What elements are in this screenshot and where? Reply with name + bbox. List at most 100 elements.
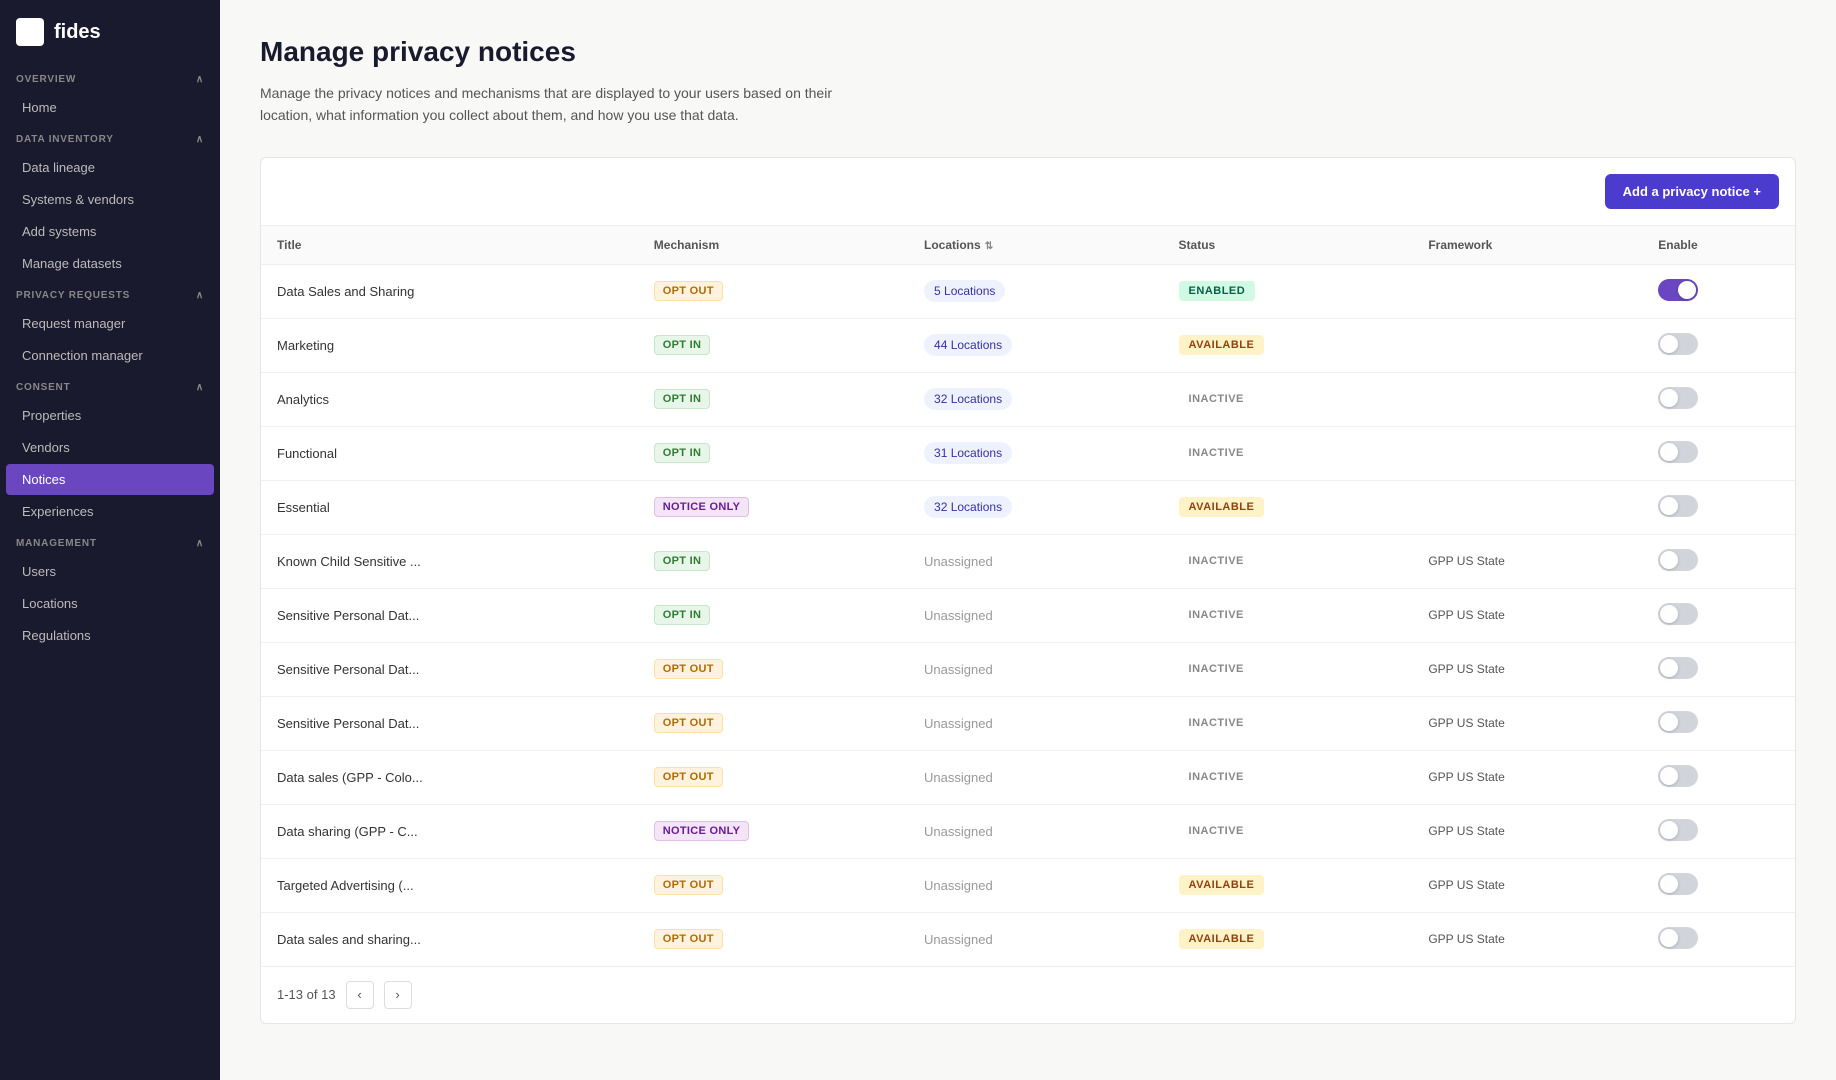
cell-framework: GPP US State xyxy=(1412,858,1642,912)
table-row[interactable]: Sensitive Personal Dat...OPT INUnassigne… xyxy=(261,588,1795,642)
add-notice-button[interactable]: Add a privacy notice + xyxy=(1605,174,1779,209)
cell-locations: Unassigned xyxy=(908,858,1163,912)
enable-toggle[interactable] xyxy=(1658,927,1698,949)
location-badge[interactable]: 5 Locations xyxy=(924,280,1005,302)
chevron-icon: ∧ xyxy=(196,74,204,85)
chevron-icon: ∧ xyxy=(196,382,204,393)
sidebar-item-experiences[interactable]: Experiences xyxy=(6,496,214,527)
status-badge: AVAILABLE xyxy=(1179,497,1265,517)
cell-framework: GPP US State xyxy=(1412,912,1642,966)
enable-toggle[interactable] xyxy=(1658,279,1698,301)
cell-enable xyxy=(1642,588,1795,642)
cell-locations: Unassigned xyxy=(908,588,1163,642)
sidebar-item-add-systems[interactable]: Add systems xyxy=(6,216,214,247)
sidebar-item-home[interactable]: Home xyxy=(6,92,214,123)
location-badge[interactable]: 31 Locations xyxy=(924,442,1012,464)
cell-status: INACTIVE xyxy=(1163,372,1413,426)
enable-toggle[interactable] xyxy=(1658,819,1698,841)
table-row[interactable]: FunctionalOPT IN31 LocationsINACTIVE xyxy=(261,426,1795,480)
location-badge[interactable]: 32 Locations xyxy=(924,496,1012,518)
sidebar-item-systems-vendors[interactable]: Systems & vendors xyxy=(6,184,214,215)
table-row[interactable]: Sensitive Personal Dat...OPT OUTUnassign… xyxy=(261,696,1795,750)
cell-framework xyxy=(1412,372,1642,426)
col-header-framework: Framework xyxy=(1412,226,1642,265)
table-row[interactable]: MarketingOPT IN44 LocationsAVAILABLE xyxy=(261,318,1795,372)
mechanism-badge: NOTICE ONLY xyxy=(654,821,749,841)
table-row[interactable]: Targeted Advertising (...OPT OUTUnassign… xyxy=(261,858,1795,912)
sidebar-item-vendors[interactable]: Vendors xyxy=(6,432,214,463)
enable-toggle[interactable] xyxy=(1658,765,1698,787)
table-row[interactable]: Data sharing (GPP - C...NOTICE ONLYUnass… xyxy=(261,804,1795,858)
cell-title: Targeted Advertising (... xyxy=(261,858,638,912)
col-header-locations[interactable]: Locations⇅ xyxy=(908,226,1163,265)
mechanism-badge: OPT IN xyxy=(654,551,710,571)
enable-toggle[interactable] xyxy=(1658,495,1698,517)
pagination-next[interactable]: › xyxy=(384,981,412,1009)
cell-locations: Unassigned xyxy=(908,696,1163,750)
cell-locations: Unassigned xyxy=(908,642,1163,696)
cell-locations: 31 Locations xyxy=(908,426,1163,480)
table-row[interactable]: Sensitive Personal Dat...OPT OUTUnassign… xyxy=(261,642,1795,696)
pagination-label: 1-13 of 13 xyxy=(277,987,336,1002)
enable-toggle[interactable] xyxy=(1658,603,1698,625)
cell-status: AVAILABLE xyxy=(1163,858,1413,912)
sidebar-item-users[interactable]: Users xyxy=(6,556,214,587)
cell-title: Sensitive Personal Dat... xyxy=(261,588,638,642)
sidebar-item-connection-manager[interactable]: Connection manager xyxy=(6,340,214,371)
cell-framework: GPP US State xyxy=(1412,642,1642,696)
table-row[interactable]: Data sales and sharing...OPT OUTUnassign… xyxy=(261,912,1795,966)
enable-toggle[interactable] xyxy=(1658,711,1698,733)
status-badge: INACTIVE xyxy=(1179,443,1254,463)
sidebar-item-notices[interactable]: Notices xyxy=(6,464,214,495)
enable-toggle[interactable] xyxy=(1658,657,1698,679)
mechanism-badge: OPT IN xyxy=(654,335,710,355)
status-badge: INACTIVE xyxy=(1179,605,1254,625)
pagination-prev[interactable]: ‹ xyxy=(346,981,374,1009)
cell-enable xyxy=(1642,264,1795,318)
cell-status: INACTIVE xyxy=(1163,696,1413,750)
table-row[interactable]: Data sales (GPP - Colo...OPT OUTUnassign… xyxy=(261,750,1795,804)
status-badge: INACTIVE xyxy=(1179,551,1254,571)
cell-mechanism: OPT IN xyxy=(638,318,908,372)
cell-enable xyxy=(1642,696,1795,750)
sort-icon: ⇅ xyxy=(985,241,993,252)
location-badge[interactable]: 32 Locations xyxy=(924,388,1012,410)
sidebar-item-request-manager[interactable]: Request manager xyxy=(6,308,214,339)
main-content: Manage privacy notices Manage the privac… xyxy=(220,0,1836,1080)
status-badge: AVAILABLE xyxy=(1179,875,1265,895)
table-row[interactable]: Data Sales and SharingOPT OUT5 Locations… xyxy=(261,264,1795,318)
cell-status: INACTIVE xyxy=(1163,588,1413,642)
table-row[interactable]: EssentialNOTICE ONLY32 LocationsAVAILABL… xyxy=(261,480,1795,534)
cell-title: Known Child Sensitive ... xyxy=(261,534,638,588)
cell-title: Data sharing (GPP - C... xyxy=(261,804,638,858)
mechanism-badge: OPT OUT xyxy=(654,767,723,787)
cell-status: INACTIVE xyxy=(1163,426,1413,480)
chevron-icon: ∧ xyxy=(196,134,204,145)
cell-status: AVAILABLE xyxy=(1163,318,1413,372)
table-row[interactable]: AnalyticsOPT IN32 LocationsINACTIVE xyxy=(261,372,1795,426)
sidebar-item-regulations[interactable]: Regulations xyxy=(6,620,214,651)
status-badge: INACTIVE xyxy=(1179,821,1254,841)
app-logo: fides xyxy=(0,0,220,64)
enable-toggle[interactable] xyxy=(1658,387,1698,409)
enable-toggle[interactable] xyxy=(1658,441,1698,463)
cell-title: Data sales and sharing... xyxy=(261,912,638,966)
enable-toggle[interactable] xyxy=(1658,873,1698,895)
status-badge: INACTIVE xyxy=(1179,389,1254,409)
cell-framework: GPP US State xyxy=(1412,804,1642,858)
enable-toggle[interactable] xyxy=(1658,333,1698,355)
sidebar-item-data-lineage[interactable]: Data lineage xyxy=(6,152,214,183)
col-header-status: Status xyxy=(1163,226,1413,265)
sidebar-section-data-inventory: DATA INVENTORY∧ xyxy=(0,124,220,151)
cell-status: INACTIVE xyxy=(1163,750,1413,804)
cell-mechanism: OPT OUT xyxy=(638,912,908,966)
cell-mechanism: OPT OUT xyxy=(638,642,908,696)
sidebar-item-locations[interactable]: Locations xyxy=(6,588,214,619)
enable-toggle[interactable] xyxy=(1658,549,1698,571)
cell-framework xyxy=(1412,480,1642,534)
sidebar-item-manage-datasets[interactable]: Manage datasets xyxy=(6,248,214,279)
location-badge[interactable]: 44 Locations xyxy=(924,334,1012,356)
table-row[interactable]: Known Child Sensitive ...OPT INUnassigne… xyxy=(261,534,1795,588)
sidebar-item-properties[interactable]: Properties xyxy=(6,400,214,431)
table-header-bar: Add a privacy notice + xyxy=(261,158,1795,226)
